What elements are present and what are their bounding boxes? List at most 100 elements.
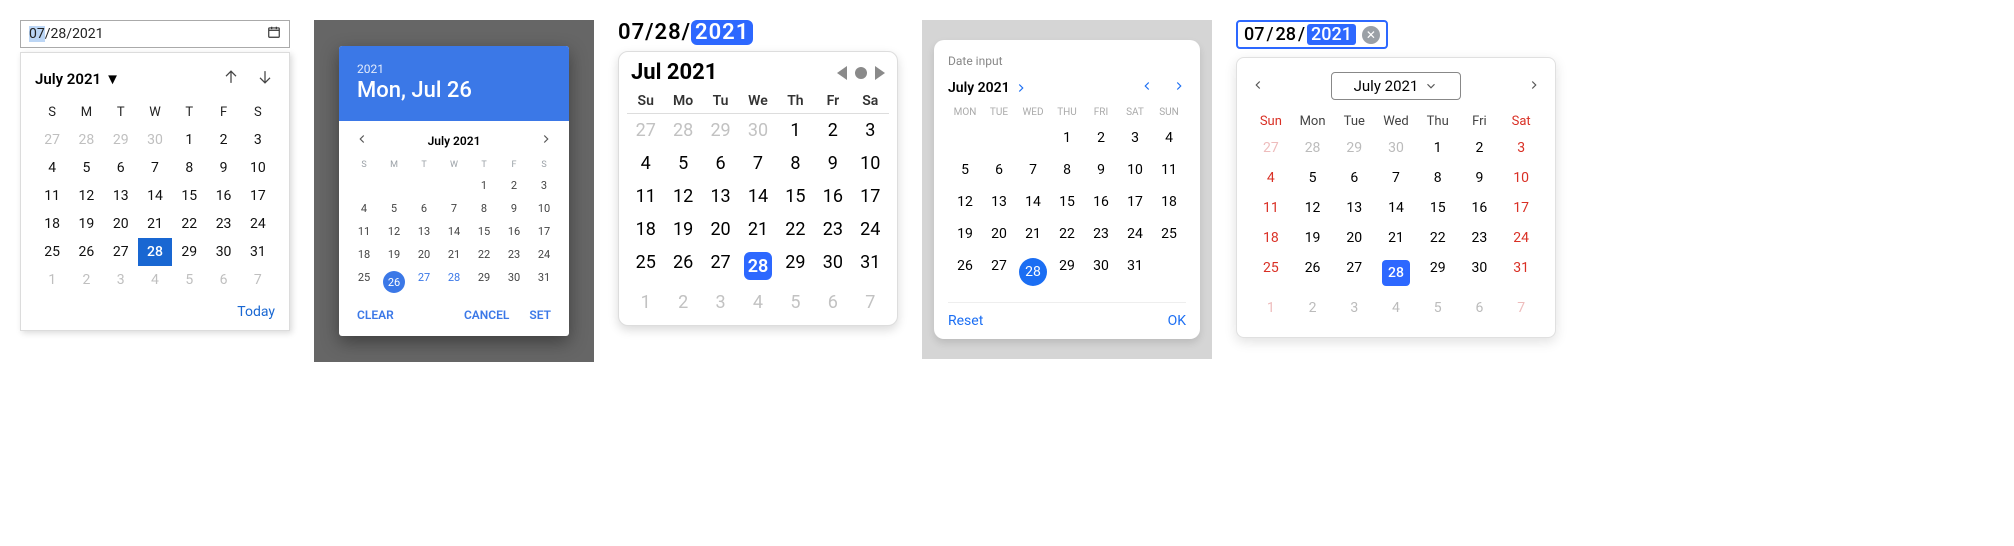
day-cell[interactable]: 4	[349, 197, 379, 220]
day-cell[interactable]: 1	[469, 174, 499, 197]
day-cell[interactable]: 7	[1501, 293, 1541, 323]
day-cell[interactable]: 16	[814, 180, 851, 213]
header-date[interactable]: Mon, Jul 26	[357, 78, 551, 103]
day-cell[interactable]: 22	[172, 210, 206, 238]
day-cell[interactable]: 22	[1050, 218, 1084, 250]
day-cell[interactable]: 19	[1293, 223, 1333, 253]
day-cell[interactable]: 19	[69, 210, 103, 238]
day-cell[interactable]: 5	[379, 197, 409, 220]
day-cell[interactable]: 25	[1152, 218, 1186, 250]
day-cell[interactable]: 5	[1418, 293, 1458, 323]
day-cell[interactable]: 7	[439, 197, 469, 220]
day-cell[interactable]: 19	[379, 243, 409, 266]
day-cell[interactable]: 18	[1251, 223, 1291, 253]
day-cell[interactable]: 2	[1460, 133, 1500, 163]
day-cell[interactable]: 29	[702, 114, 739, 147]
day-cell[interactable]: 28	[439, 266, 469, 298]
day-cell[interactable]: 29	[1334, 133, 1374, 163]
input-month[interactable]: 07	[618, 20, 645, 45]
prev-month-button[interactable]	[221, 67, 241, 91]
ok-button[interactable]: OK	[1168, 313, 1186, 329]
day-cell[interactable]: 27	[35, 126, 69, 154]
day-cell[interactable]: 25	[627, 246, 664, 286]
input-year[interactable]: 2021	[1307, 24, 1356, 45]
day-cell[interactable]: 14	[739, 180, 776, 213]
day-cell[interactable]: 21	[1376, 223, 1416, 253]
calendar-icon[interactable]	[267, 25, 281, 43]
day-cell[interactable]: 10	[1501, 163, 1541, 193]
day-cell[interactable]: 5	[172, 266, 206, 294]
next-month-button[interactable]	[1527, 77, 1541, 96]
day-cell[interactable]: 1	[1251, 293, 1291, 323]
day-cell[interactable]: 5	[664, 147, 701, 180]
day-cell[interactable]: 29	[1418, 253, 1458, 293]
day-cell[interactable]: 21	[138, 210, 172, 238]
day-cell[interactable]: 27	[627, 114, 664, 147]
day-cell[interactable]: 1	[172, 126, 206, 154]
wc-date-input[interactable]: 07 / 28 / 2021 ✕	[1236, 20, 1388, 49]
day-cell[interactable]: 17	[1501, 193, 1541, 223]
input-day[interactable]: 28	[51, 26, 67, 42]
day-cell[interactable]: 30	[814, 246, 851, 286]
day-cell[interactable]: 2	[499, 174, 529, 197]
day-cell[interactable]: 6	[1460, 293, 1500, 323]
day-cell[interactable]: 3	[1118, 122, 1152, 154]
input-day[interactable]: 28	[1276, 24, 1296, 45]
day-cell[interactable]: 19	[664, 213, 701, 246]
day-cell[interactable]: 17	[529, 220, 559, 243]
day-cell[interactable]: 23	[1084, 218, 1118, 250]
day-cell[interactable]: 3	[241, 126, 275, 154]
day-cell[interactable]: 4	[627, 147, 664, 180]
day-cell[interactable]: 31	[529, 266, 559, 298]
day-cell[interactable]: 18	[35, 210, 69, 238]
day-cell[interactable]: 18	[349, 243, 379, 266]
day-cell[interactable]: 14	[1376, 193, 1416, 223]
day-cell[interactable]: 30	[499, 266, 529, 298]
day-cell[interactable]: 28	[69, 126, 103, 154]
day-cell[interactable]: 4	[1152, 122, 1186, 154]
day-cell[interactable]: 3	[702, 286, 739, 319]
day-cell[interactable]: 8	[1050, 154, 1084, 186]
day-cell[interactable]: 20	[982, 218, 1016, 250]
day-cell[interactable]: 23	[814, 213, 851, 246]
day-cell[interactable]: 11	[35, 182, 69, 210]
day-cell[interactable]: 17	[1118, 186, 1152, 218]
day-cell-selected[interactable]: 28	[138, 238, 172, 266]
day-cell[interactable]: 6	[814, 286, 851, 319]
next-month-button[interactable]	[1172, 78, 1186, 97]
day-cell[interactable]: 2	[1293, 293, 1333, 323]
day-cell[interactable]: 9	[206, 154, 240, 182]
prev-month-button[interactable]	[1251, 77, 1265, 96]
day-cell[interactable]: 13	[104, 182, 138, 210]
day-cell[interactable]: 12	[379, 220, 409, 243]
day-cell[interactable]: 12	[1293, 193, 1333, 223]
day-cell[interactable]: 25	[349, 266, 379, 298]
day-cell[interactable]: 13	[409, 220, 439, 243]
day-cell[interactable]: 20	[409, 243, 439, 266]
month-year-selector[interactable]: July 2021	[948, 80, 1028, 96]
clear-icon[interactable]: ✕	[1362, 26, 1380, 44]
day-cell[interactable]: 25	[1251, 253, 1291, 293]
day-cell[interactable]: 1	[35, 266, 69, 294]
day-cell[interactable]: 29	[172, 238, 206, 266]
input-day[interactable]: 28	[655, 20, 682, 45]
day-cell[interactable]: 5	[777, 286, 814, 319]
day-cell[interactable]: 2	[664, 286, 701, 319]
day-cell[interactable]: 3	[104, 266, 138, 294]
day-cell[interactable]: 29	[104, 126, 138, 154]
day-cell[interactable]: 11	[1152, 154, 1186, 186]
set-button[interactable]: SET	[529, 308, 551, 322]
day-cell[interactable]: 30	[1084, 250, 1118, 294]
day-cell[interactable]: 28	[1293, 133, 1333, 163]
day-cell[interactable]: 7	[1016, 154, 1050, 186]
ios-date-input[interactable]: 07/28/2021	[618, 20, 898, 45]
day-cell[interactable]: 20	[702, 213, 739, 246]
day-cell[interactable]: 3	[1501, 133, 1541, 163]
day-cell[interactable]: 2	[206, 126, 240, 154]
day-cell[interactable]: 6	[702, 147, 739, 180]
day-cell[interactable]: 28	[664, 114, 701, 147]
day-cell[interactable]: 6	[206, 266, 240, 294]
input-year[interactable]: 2021	[72, 26, 103, 42]
month-year-selector[interactable]: July 2021 ▼	[35, 70, 120, 88]
day-cell[interactable]: 9	[814, 147, 851, 180]
